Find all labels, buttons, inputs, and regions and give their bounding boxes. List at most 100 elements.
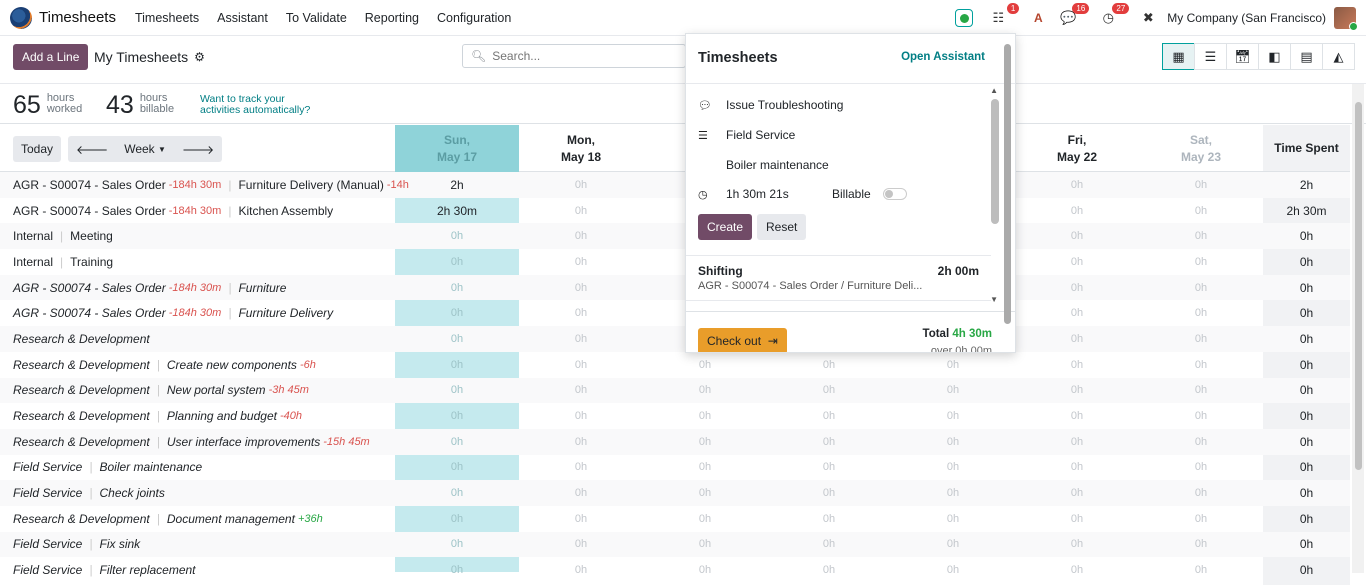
- time-cell[interactable]: 0h: [1015, 538, 1139, 550]
- app-name[interactable]: Timesheets: [39, 9, 116, 26]
- time-cell[interactable]: 0h: [1015, 410, 1139, 422]
- time-cell[interactable]: 0h: [643, 564, 767, 576]
- time-cell[interactable]: 0h: [767, 461, 891, 473]
- time-cell[interactable]: 0h: [395, 487, 519, 499]
- time-cell[interactable]: 0h: [1139, 461, 1263, 473]
- time-cell[interactable]: 0h: [767, 487, 891, 499]
- calendar-view-icon[interactable]: 📅︎: [1226, 43, 1259, 70]
- time-cell[interactable]: 0h: [1139, 179, 1263, 191]
- time-cell[interactable]: 0h: [1139, 256, 1263, 268]
- time-cell[interactable]: 0h: [1015, 513, 1139, 525]
- row-label[interactable]: AGR - S00074 - Sales Order -184h 30m | Furn…: [13, 178, 409, 192]
- time-cell[interactable]: 0h: [395, 282, 519, 294]
- shift-entry[interactable]: Shifting 2h 00m AGR - S00074 - Sales Ord…: [686, 255, 991, 301]
- time-cell[interactable]: 0h: [643, 513, 767, 525]
- time-cell[interactable]: 0h: [519, 359, 643, 371]
- time-cell[interactable]: 0h: [395, 307, 519, 319]
- time-cell[interactable]: 0h: [643, 410, 767, 422]
- time-cell[interactable]: 0h: [1015, 179, 1139, 191]
- menu-reporting[interactable]: Reporting: [365, 11, 419, 25]
- page-scrollbar-thumb[interactable]: [1355, 102, 1362, 470]
- grid-view-icon[interactable]: ▦: [1162, 43, 1195, 70]
- time-cell[interactable]: 0h: [891, 513, 1015, 525]
- time-cell[interactable]: 0h: [767, 384, 891, 396]
- time-cell[interactable]: 0h: [891, 410, 1015, 422]
- time-cell[interactable]: 0h: [519, 256, 643, 268]
- row-label[interactable]: Internal | Meeting: [13, 229, 113, 243]
- time-cell[interactable]: 0h: [395, 461, 519, 473]
- row-label[interactable]: Research & Development | User interface im…: [13, 435, 370, 449]
- time-cell[interactable]: 0h: [767, 564, 891, 576]
- time-cell[interactable]: 0h: [519, 461, 643, 473]
- time-cell[interactable]: 0h: [1015, 205, 1139, 217]
- app-logo-icon[interactable]: [10, 6, 32, 29]
- time-cell[interactable]: 0h: [519, 179, 643, 191]
- time-cell[interactable]: 0h: [891, 461, 1015, 473]
- menu-assistant[interactable]: Assistant: [217, 11, 268, 25]
- row-label[interactable]: Research & Development | Planning and budg…: [13, 409, 302, 423]
- row-label[interactable]: Field Service | Boiler maintenance: [13, 460, 202, 474]
- time-cell[interactable]: 0h: [643, 538, 767, 550]
- time-cell[interactable]: 0h: [891, 436, 1015, 448]
- time-cell[interactable]: 0h: [643, 487, 767, 499]
- popover-scrollbar[interactable]: [1004, 44, 1011, 324]
- menu-timesheets[interactable]: Timesheets: [135, 11, 199, 25]
- time-cell[interactable]: 0h: [519, 282, 643, 294]
- reset-button[interactable]: Reset: [757, 214, 807, 240]
- time-cell[interactable]: 0h: [519, 307, 643, 319]
- prev-arrow-icon[interactable]: 🡐: [68, 136, 117, 162]
- kanban-view-icon[interactable]: ◧: [1258, 43, 1291, 70]
- time-cell[interactable]: 0h: [891, 538, 1015, 550]
- time-cell[interactable]: 0h: [395, 256, 519, 268]
- time-cell[interactable]: 2h 30m: [395, 204, 519, 218]
- menu-configuration[interactable]: Configuration: [437, 11, 511, 25]
- time-cell[interactable]: 0h: [395, 384, 519, 396]
- list-view-icon[interactable]: ☰: [1194, 43, 1227, 70]
- time-cell[interactable]: 0h: [1139, 230, 1263, 242]
- company-switcher[interactable]: My Company (San Francisco): [1167, 11, 1326, 25]
- time-cell[interactable]: 0h: [1015, 359, 1139, 371]
- open-assistant-link[interactable]: Open Assistant: [901, 51, 985, 63]
- time-cell[interactable]: 0h: [395, 333, 519, 345]
- time-cell[interactable]: 0h: [519, 384, 643, 396]
- time-cell[interactable]: 0h: [1139, 410, 1263, 422]
- time-cell[interactable]: 0h: [395, 564, 519, 576]
- tools-icon[interactable]: ✖: [1139, 9, 1157, 27]
- menu-to-validate[interactable]: To Validate: [286, 11, 347, 25]
- row-label[interactable]: Research & Development | Create new compon…: [13, 358, 316, 372]
- time-cell[interactable]: 0h: [1015, 307, 1139, 319]
- task-line[interactable]: Boiler maintenance: [698, 158, 829, 172]
- time-cell[interactable]: 0h: [395, 359, 519, 371]
- time-cell[interactable]: 0h: [395, 436, 519, 448]
- time-cell[interactable]: 0h: [519, 205, 643, 217]
- time-cell[interactable]: 0h: [891, 359, 1015, 371]
- time-cell[interactable]: 0h: [1015, 384, 1139, 396]
- user-avatar[interactable]: [1334, 7, 1358, 31]
- time-cell[interactable]: 0h: [891, 384, 1015, 396]
- time-cell[interactable]: 0h: [1139, 538, 1263, 550]
- row-label[interactable]: Research & Development | New portal system…: [13, 383, 309, 397]
- time-cell[interactable]: 0h: [643, 359, 767, 371]
- time-cell[interactable]: 0h: [1015, 461, 1139, 473]
- row-label[interactable]: Field Service | Fix sink: [13, 537, 140, 551]
- page-scrollbar[interactable]: [1352, 84, 1364, 573]
- gear-icon[interactable]: ⚙: [194, 50, 205, 64]
- track-activities-link[interactable]: Want to track your activities automatical…: [200, 94, 310, 116]
- time-cell[interactable]: 0h: [519, 333, 643, 345]
- period-dropdown[interactable]: Week ▼: [116, 136, 174, 162]
- time-cell[interactable]: 0h: [1015, 333, 1139, 345]
- time-cell[interactable]: 0h: [1015, 436, 1139, 448]
- time-cell[interactable]: 0h: [643, 461, 767, 473]
- time-cell[interactable]: 0h: [767, 359, 891, 371]
- time-cell[interactable]: 0h: [643, 384, 767, 396]
- popover-inner-scrollbar[interactable]: [991, 99, 999, 224]
- time-cell[interactable]: 0h: [1015, 487, 1139, 499]
- time-cell[interactable]: 0h: [767, 436, 891, 448]
- clock-icon[interactable]: ◷ 27: [1099, 3, 1130, 27]
- time-cell[interactable]: 0h: [1139, 333, 1263, 345]
- ticket-line[interactable]: 💬︎ Issue Troubleshooting: [698, 98, 843, 112]
- time-cell[interactable]: 0h: [519, 410, 643, 422]
- ai-icon[interactable]: A: [1029, 9, 1047, 27]
- billable-toggle[interactable]: [883, 188, 907, 200]
- activity-icon[interactable]: ☷ 1: [989, 3, 1020, 27]
